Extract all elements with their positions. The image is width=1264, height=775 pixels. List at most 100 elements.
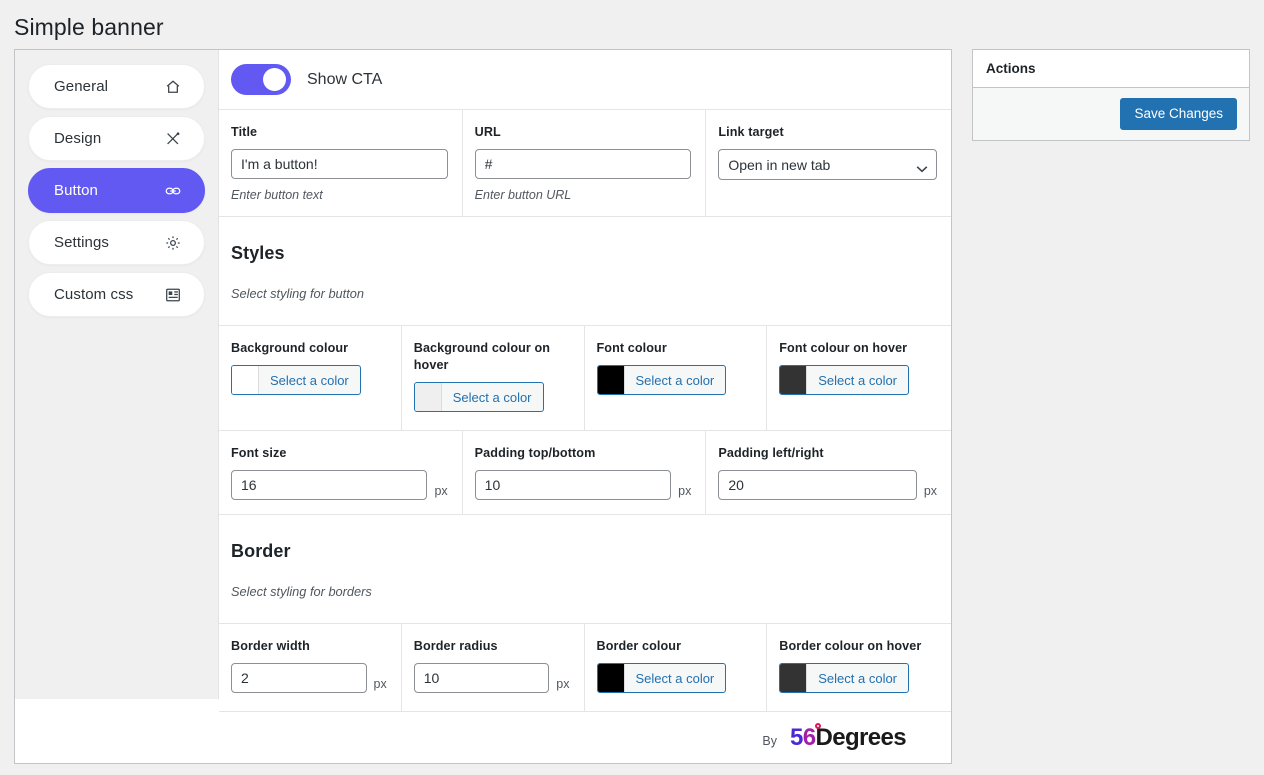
gear-icon [164, 234, 182, 252]
padding-top-bottom-label: Padding top/bottom [474, 446, 596, 460]
sidebar-item-button[interactable]: Button [28, 168, 205, 213]
brand-wordmark: 56 Degrees [789, 722, 907, 752]
color-swatch [780, 664, 808, 692]
border-width-label: Border width [231, 639, 310, 653]
color-swatch [232, 366, 259, 394]
home-icon [164, 78, 182, 96]
title-label: Title [231, 125, 258, 139]
actions-title: Actions [973, 50, 1249, 88]
sidebar-item-label: Settings [54, 234, 109, 251]
padding-left-right-label: Padding left/right [718, 446, 824, 460]
toggle-knob [263, 68, 286, 91]
border-width-unit: px [373, 677, 387, 691]
background-colour-label: Background colour [231, 341, 349, 355]
border-width-input[interactable] [231, 663, 367, 693]
color-picker-label: Select a color [270, 372, 349, 388]
padding-top-bottom-input[interactable] [474, 470, 672, 500]
styles-section-header: Styles Select styling for button [219, 217, 951, 326]
show-cta-toggle[interactable] [231, 64, 291, 95]
styles-colors-row: Background colour Select a color Backgro… [219, 326, 951, 431]
styles-subtitle: Select styling for button [231, 286, 365, 301]
cta-fields-row: Title Enter button text URL Enter button… [219, 110, 951, 217]
border-title: Border [231, 541, 291, 561]
background-colour-cell: Background colour Select a color [219, 326, 402, 430]
border-colour-hover-cell: Border colour on hover Select a color [767, 624, 951, 711]
color-picker-label: Select a color [635, 372, 715, 388]
sidebar-item-design[interactable]: Design [28, 116, 205, 161]
save-changes-button[interactable]: Save Changes [1120, 98, 1237, 131]
border-subtitle: Select styling for borders [231, 584, 372, 599]
font-size-unit: px [434, 484, 448, 498]
border-colour-cell: Border colour Select a color [585, 624, 768, 711]
sidebar-item-label: Design [54, 130, 102, 147]
title-cell: Title Enter button text [219, 110, 463, 216]
show-cta-row: Show CTA [219, 50, 951, 110]
settings-sidebar: General Design Button Settings Custom cs… [15, 50, 219, 699]
border-colour-label: Border colour [596, 639, 682, 653]
border-radius-label: Border radius [413, 639, 498, 653]
border-section-header: Border Select styling for borders [219, 515, 951, 624]
brand-footer: By 56 Degrees [219, 712, 951, 763]
font-colour-hover-picker[interactable]: Select a color [779, 365, 910, 395]
border-radius-cell: Border radius px [402, 624, 585, 711]
settings-content: Show CTA Title Enter button text URL Ent… [219, 50, 951, 763]
border-radius-unit: px [556, 677, 570, 691]
show-cta-label: Show CTA [307, 70, 383, 88]
sidebar-item-custom-css[interactable]: Custom css [28, 272, 205, 317]
font-colour-hover-cell: Font colour on hover Select a color [767, 326, 951, 430]
brand-digit-6: 6 [802, 723, 816, 751]
font-colour-picker[interactable]: Select a color [596, 365, 727, 395]
border-width-cell: Border width px [219, 624, 402, 711]
background-colour-hover-cell: Background colour on hover Select a colo… [402, 326, 585, 430]
url-cell: URL Enter button URL [463, 110, 707, 216]
sidebar-item-label: Custom css [54, 286, 134, 303]
font-size-input[interactable] [231, 470, 428, 500]
title-input[interactable] [231, 149, 448, 179]
brand-word: Degrees [815, 723, 906, 751]
padding-left-right-unit: px [923, 484, 938, 498]
border-colour-picker[interactable]: Select a color [596, 663, 727, 693]
link-target-label: Link target [718, 125, 784, 139]
padding-top-bottom-unit: px [678, 484, 692, 498]
background-colour-hover-picker[interactable]: Select a color [413, 382, 544, 412]
actions-body: Save Changes [973, 88, 1249, 141]
sidebar-item-label: General [54, 78, 109, 95]
font-size-cell: Font size px [219, 431, 463, 514]
styles-sizes-row: Font size px Padding top/bottom px Paddi… [219, 431, 951, 515]
url-input[interactable] [474, 149, 692, 179]
border-colour-hover-label: Border colour on hover [779, 639, 922, 653]
link-target-select[interactable]: Open in new tab [718, 149, 938, 180]
url-help: Enter button URL [474, 188, 572, 202]
border-radius-input[interactable] [413, 663, 550, 693]
padding-left-right-cell: Padding left/right px [706, 431, 951, 514]
settings-card: General Design Button Settings Custom cs… [14, 49, 952, 764]
color-swatch [414, 383, 442, 411]
color-swatch [597, 664, 625, 692]
styles-title: Styles [231, 243, 285, 263]
color-picker-label: Select a color [818, 372, 898, 388]
padding-left-right-input[interactable] [718, 470, 917, 500]
color-swatch [780, 366, 808, 394]
color-picker-label: Select a color [635, 670, 715, 686]
brand-logo: By 56 Degrees [762, 722, 907, 752]
sidebar-item-settings[interactable]: Settings [28, 220, 205, 265]
font-colour-cell: Font colour Select a color [585, 326, 768, 430]
link-target-cell: Link target Open in new tab [706, 110, 951, 216]
title-help: Enter button text [231, 188, 323, 202]
url-label: URL [474, 125, 501, 139]
background-colour-picker[interactable]: Select a color [231, 365, 361, 395]
background-colour-hover-label: Background colour on hover [413, 341, 551, 372]
border-fields-row: Border width px Border radius px Border … [219, 624, 951, 712]
page-title: Simple banner [14, 14, 164, 40]
sidebar-item-general[interactable]: General [28, 64, 205, 109]
padding-top-bottom-cell: Padding top/bottom px [463, 431, 707, 514]
brand-digit-5: 5 [789, 723, 803, 751]
color-picker-label: Select a color [452, 389, 532, 405]
design-icon [164, 130, 182, 148]
layout-icon [164, 286, 182, 304]
font-colour-label: Font colour [596, 341, 667, 355]
font-size-label: Font size [231, 446, 287, 460]
brand-by-label: By [762, 733, 777, 748]
sidebar-item-label: Button [54, 182, 98, 199]
border-colour-hover-picker[interactable]: Select a color [779, 663, 910, 693]
